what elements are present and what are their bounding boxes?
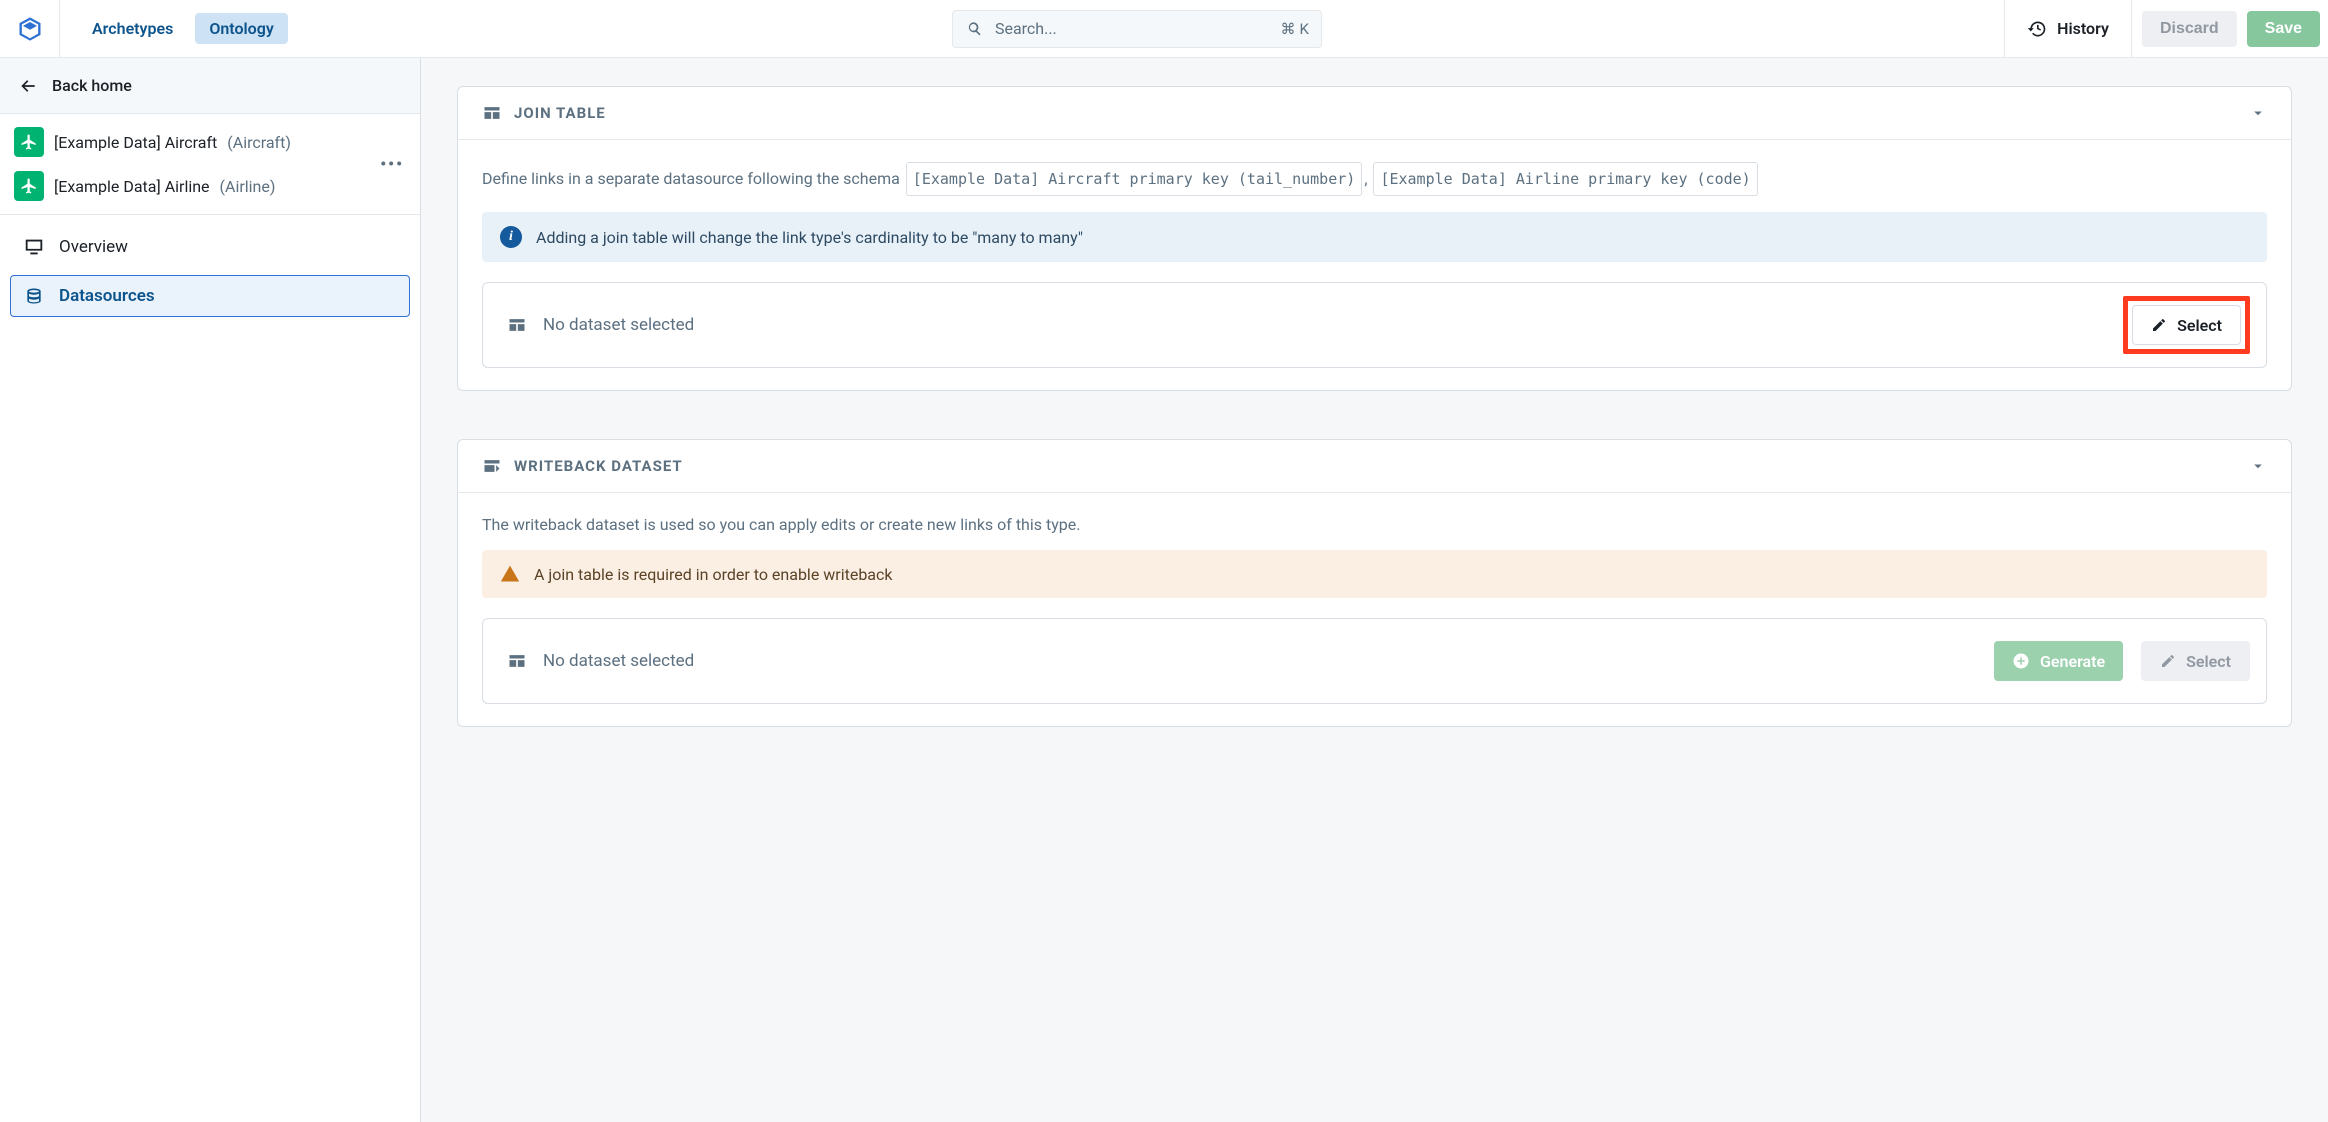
monitor-icon: [23, 236, 45, 258]
generate-writeback-button[interactable]: Generate: [1994, 641, 2123, 681]
object-more-menu[interactable]: •••: [380, 155, 404, 174]
back-home-label: Back home: [52, 76, 132, 95]
info-icon: i: [500, 226, 522, 248]
main-content: JOIN TABLE Define links in a separate da…: [421, 58, 2328, 1122]
join-info-callout: i Adding a join table will change the li…: [482, 212, 2267, 262]
dataset-icon: [507, 315, 527, 335]
back-home-button[interactable]: Back home: [0, 58, 420, 114]
sidebar: Back home [Example Data] Aircraft (Aircr…: [0, 58, 421, 1122]
search-placeholder: Search...: [995, 19, 1281, 38]
warning-icon: [500, 564, 520, 584]
tab-ontology[interactable]: Ontology: [195, 13, 287, 44]
sidebar-item-datasources[interactable]: Datasources: [10, 275, 410, 317]
writeback-icon: [482, 456, 502, 476]
search-icon: [965, 19, 985, 39]
chevron-down-icon[interactable]: [2249, 457, 2267, 475]
schema-code-aircraft: [Example Data] Aircraft primary key (tai…: [906, 162, 1363, 196]
cube-icon: [16, 15, 44, 43]
app-logo[interactable]: [0, 0, 60, 57]
join-table-header[interactable]: JOIN TABLE: [458, 87, 2291, 140]
table-icon: [482, 103, 502, 123]
writeback-panel: WRITEBACK DATASET The writeback dataset …: [457, 439, 2292, 727]
object-type-aircraft[interactable]: [Example Data] Aircraft (Aircraft): [0, 120, 420, 164]
airline-icon: [14, 171, 44, 201]
select-writeback-dataset-button[interactable]: Select: [2141, 641, 2250, 681]
object-api-name: (Airline): [220, 177, 276, 196]
object-type-list: [Example Data] Aircraft (Aircraft) [Exam…: [0, 114, 420, 215]
object-name: [Example Data] Aircraft: [54, 133, 217, 152]
plus-circle-icon: [2012, 652, 2030, 670]
sidebar-item-label: Overview: [59, 237, 128, 257]
no-dataset-label: No dataset selected: [543, 315, 694, 335]
dataset-icon: [507, 651, 527, 671]
top-bar: Archetypes Ontology Search... ⌘ K Histor…: [0, 0, 2328, 58]
writeback-dataset-row: No dataset selected Generate Select: [482, 618, 2267, 704]
search-shortcut: ⌘ K: [1281, 20, 1309, 38]
writeback-description: The writeback dataset is used so you can…: [482, 515, 2267, 534]
sidebar-item-label: Datasources: [59, 286, 155, 306]
object-type-airline[interactable]: [Example Data] Airline (Airline): [0, 164, 420, 208]
arrow-left-icon: [18, 76, 38, 96]
aircraft-icon: [14, 127, 44, 157]
join-schema-description: Define links in a separate datasource fo…: [482, 162, 2267, 196]
pencil-icon: [2151, 317, 2167, 333]
save-button[interactable]: Save: [2247, 11, 2320, 47]
database-icon: [23, 286, 45, 306]
select-highlight: Select: [2123, 296, 2250, 354]
pencil-icon: [2160, 653, 2176, 669]
search-input[interactable]: Search... ⌘ K: [952, 10, 1322, 48]
history-label: History: [2057, 19, 2109, 38]
no-dataset-label: No dataset selected: [543, 651, 694, 671]
select-join-dataset-button[interactable]: Select: [2132, 305, 2241, 345]
tab-archetypes[interactable]: Archetypes: [78, 13, 187, 44]
chevron-down-icon[interactable]: [2249, 104, 2267, 122]
join-table-panel: JOIN TABLE Define links in a separate da…: [457, 86, 2292, 391]
history-icon: [2027, 19, 2047, 39]
join-dataset-row: No dataset selected Select: [482, 282, 2267, 368]
object-name: [Example Data] Airline: [54, 177, 210, 196]
panel-title-text: WRITEBACK DATASET: [514, 457, 683, 475]
panel-title-text: JOIN TABLE: [514, 104, 606, 122]
discard-button[interactable]: Discard: [2142, 11, 2237, 47]
writeback-warning: A join table is required in order to ena…: [482, 550, 2267, 598]
writeback-header[interactable]: WRITEBACK DATASET: [458, 440, 2291, 493]
object-api-name: (Aircraft): [227, 133, 291, 152]
sidebar-item-overview[interactable]: Overview: [10, 225, 410, 269]
schema-code-airline: [Example Data] Airline primary key (code…: [1373, 162, 1757, 196]
history-button[interactable]: History: [2005, 0, 2131, 57]
